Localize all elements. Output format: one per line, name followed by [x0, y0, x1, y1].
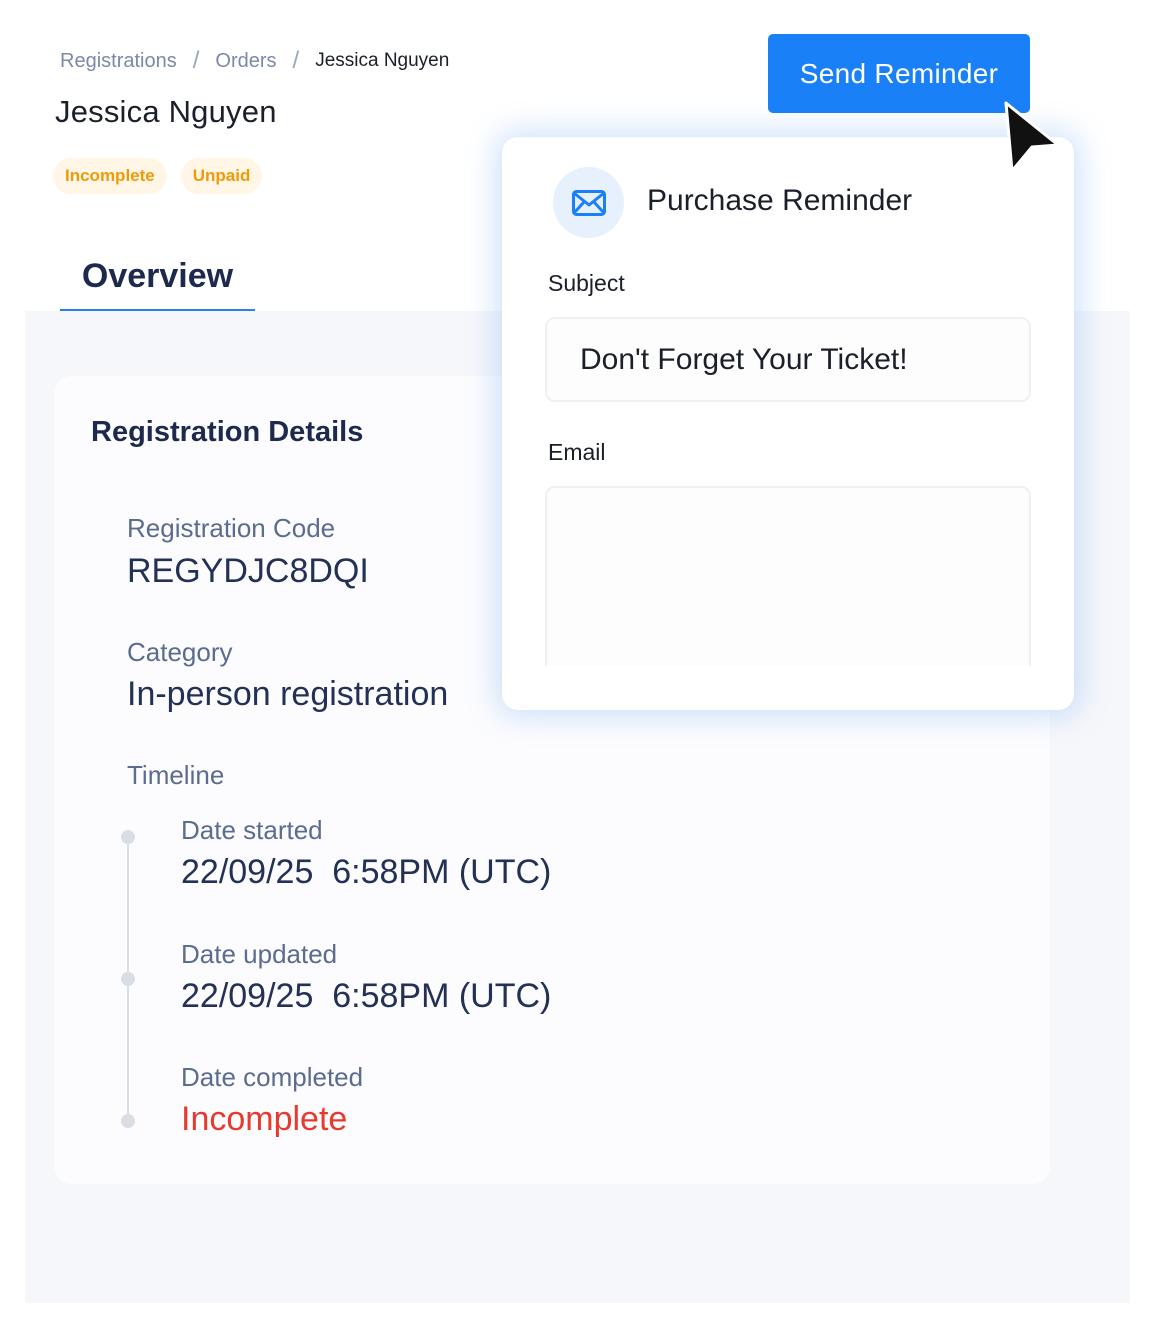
date-started-label: Date started [181, 815, 323, 845]
timeline-dot [121, 1114, 135, 1128]
tab-overview[interactable]: Overview [60, 252, 255, 312]
category-label: Category [127, 637, 233, 667]
timeline-label: Timeline [127, 760, 225, 790]
category-value: In-person registration [127, 675, 449, 713]
subject-input[interactable] [545, 317, 1031, 402]
cursor-icon [1004, 101, 1060, 173]
breadcrumb-link-registrations[interactable]: Registrations [60, 50, 177, 73]
date-updated-value: 22/09/25 6:58PM (UTC) [181, 977, 552, 1015]
timeline-dot [121, 972, 135, 986]
breadcrumb-separator: / [292, 47, 300, 74]
card-title: Registration Details [91, 416, 364, 448]
breadcrumb-current: Jessica Nguyen [315, 50, 450, 71]
breadcrumb-link-orders[interactable]: Orders [215, 50, 276, 73]
status-badges: Incomplete Unpaid [53, 158, 263, 194]
envelope-icon [553, 167, 624, 238]
registration-code-label: Registration Code [127, 513, 336, 543]
breadcrumb: Registrations / Orders / Jessica Nguyen [60, 46, 449, 76]
email-body-textarea[interactable] [545, 486, 1031, 666]
date-completed-value: Incomplete [181, 1100, 348, 1138]
breadcrumb-separator: / [192, 47, 200, 74]
date-completed-label: Date completed [181, 1062, 364, 1092]
registration-code-value: REGYDJC8DQI [127, 552, 369, 590]
status-badge-incomplete: Incomplete [53, 158, 167, 194]
date-started-value: 22/09/25 6:58PM (UTC) [181, 853, 552, 891]
page-title: Jessica Nguyen [55, 94, 277, 129]
send-reminder-button[interactable]: Send Reminder [768, 34, 1030, 113]
purchase-reminder-popover: Purchase Reminder Subject Email [502, 137, 1074, 710]
status-badge-unpaid: Unpaid [180, 158, 263, 194]
popover-title: Purchase Reminder [647, 184, 913, 217]
subject-label: Subject [548, 270, 625, 296]
timeline-dot [121, 830, 135, 844]
email-label: Email [548, 439, 606, 465]
date-updated-label: Date updated [181, 939, 338, 969]
